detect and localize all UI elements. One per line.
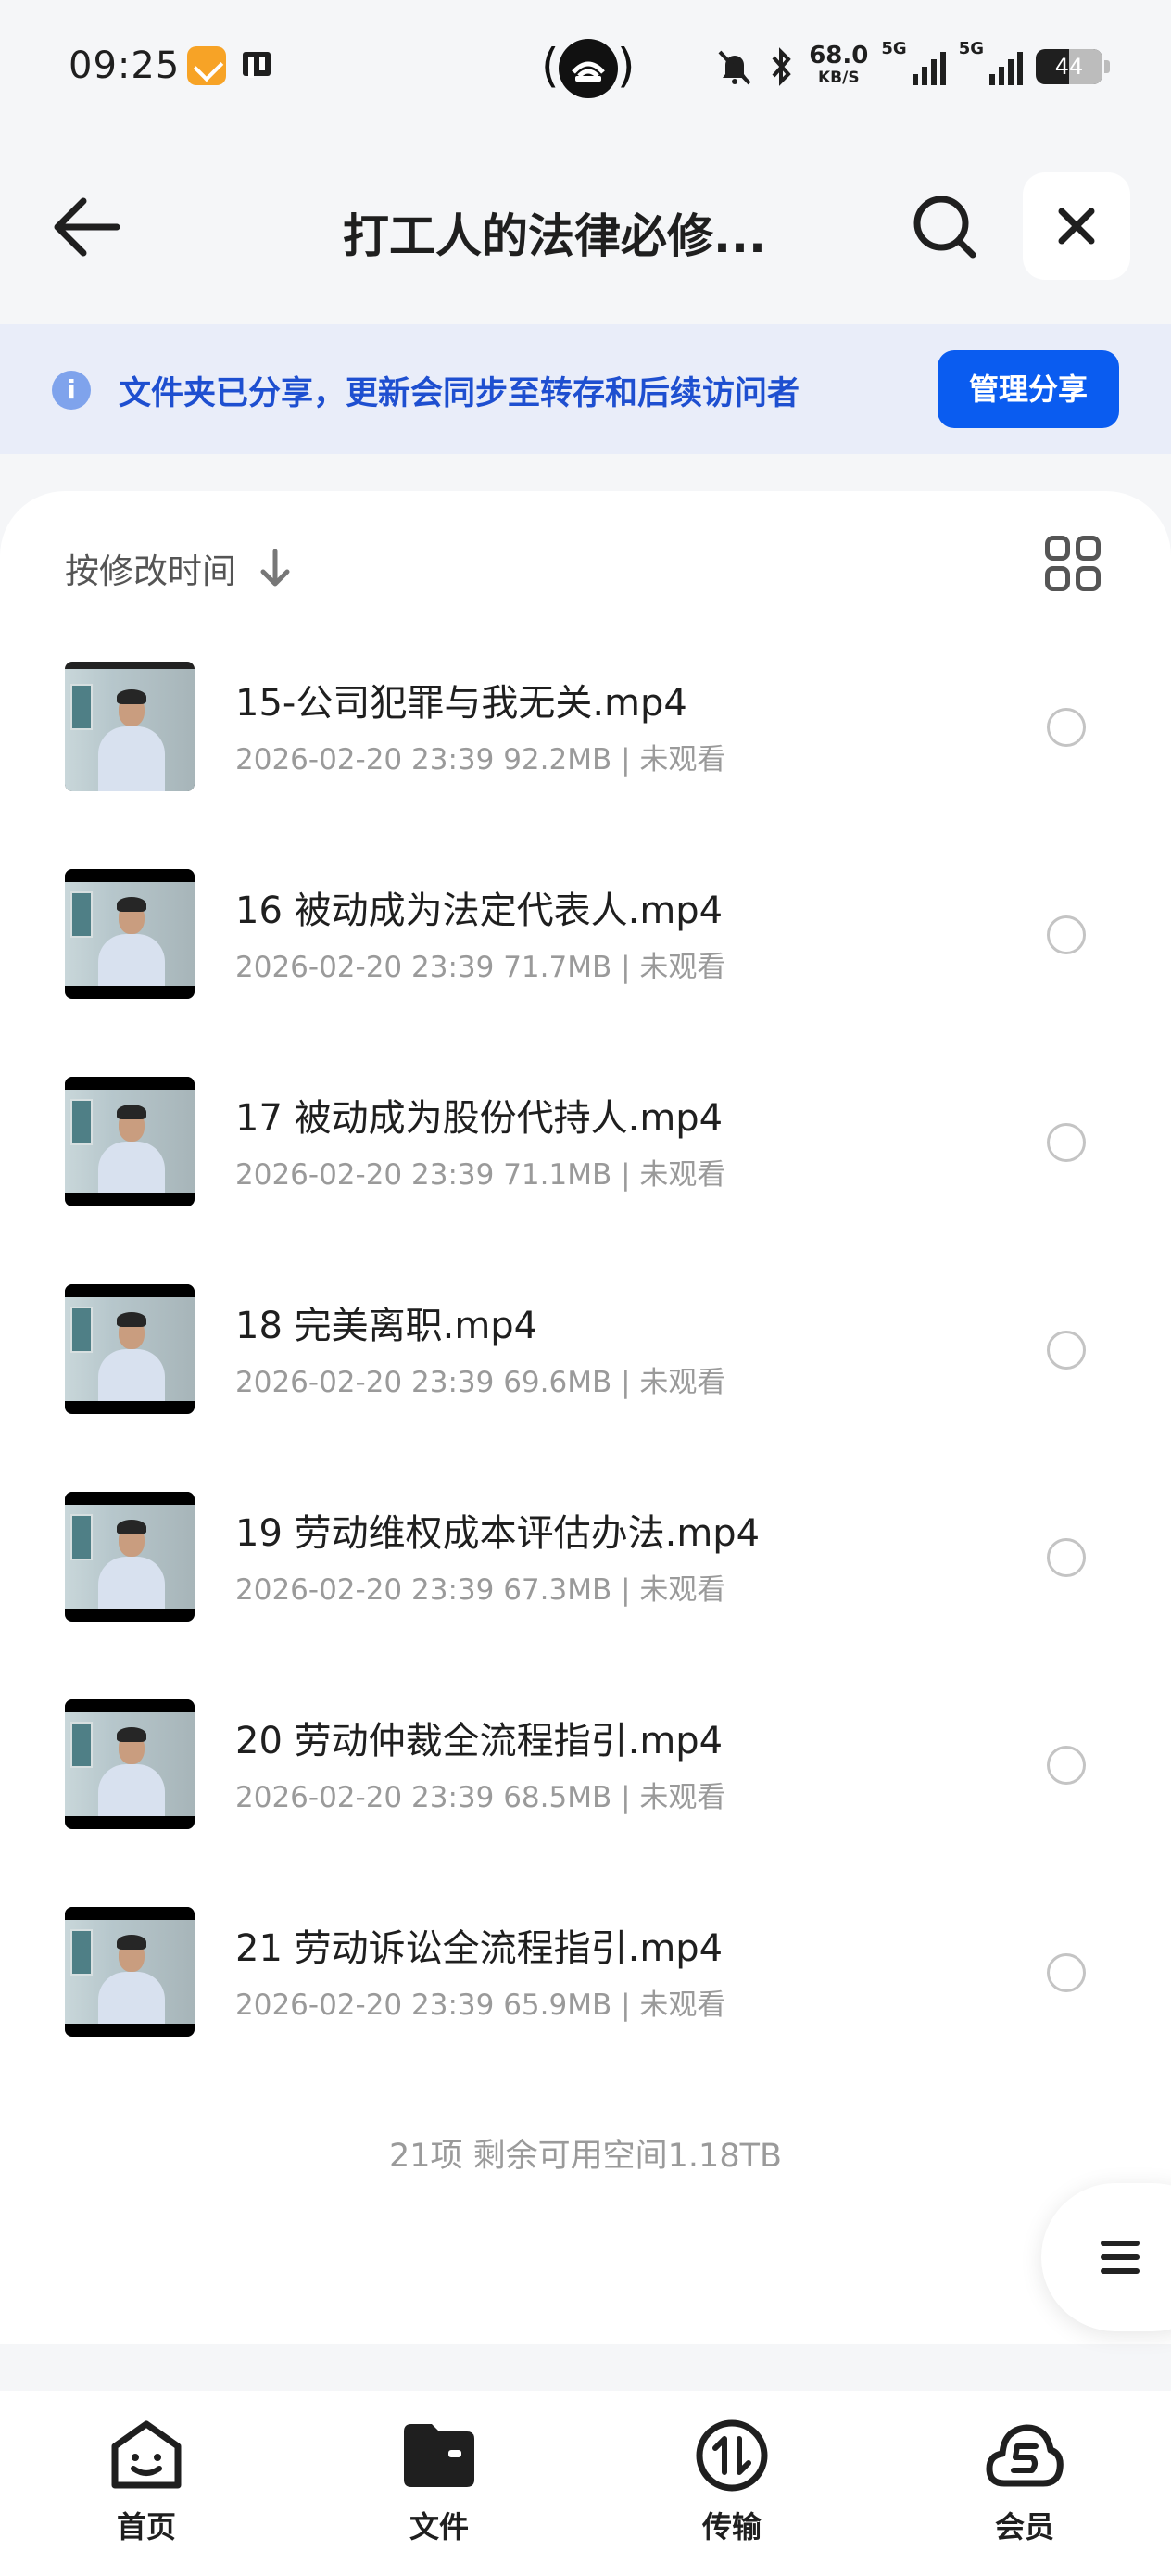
- back-arrow-icon: [54, 197, 120, 257]
- close-button[interactable]: [1023, 172, 1130, 280]
- file-meta: 2026-02-20 23:39 65.9MB | 未观看: [235, 1989, 726, 2022]
- select-checkbox[interactable]: [1047, 1538, 1086, 1577]
- mute-bell-icon: [718, 50, 751, 85]
- nav-label: 文件: [409, 2509, 469, 2544]
- file-name: 16 被动成为法定代表人.mp4: [235, 890, 724, 932]
- file-list-item[interactable]: 15-公司犯罪与我无关.mp4 2026-02-20 23:39 92.2MB |…: [0, 662, 1171, 869]
- signal-icon-1: [912, 48, 946, 85]
- nav-label: 会员: [994, 2509, 1054, 2544]
- transfer-icon: [696, 2419, 768, 2492]
- file-meta: 2026-02-20 23:39 71.7MB | 未观看: [235, 951, 726, 984]
- storage-summary: 21项 剩余可用空间1.18TB: [389, 2138, 782, 2175]
- video-thumbnail: [65, 1699, 195, 1829]
- file-list-item[interactable]: 18 完美离职.mp4 2026-02-20 23:39 69.6MB | 未观看: [0, 1284, 1171, 1492]
- notification-app-icon: [187, 46, 226, 85]
- select-checkbox[interactable]: [1047, 915, 1086, 954]
- notification-card-icon: [239, 46, 278, 85]
- file-meta: 2026-02-20 23:39 68.5MB | 未观看: [235, 1781, 726, 1814]
- file-list-card: 按修改时间 15-公司犯罪与我无关.mp4 2026-02-20 23:39 92…: [0, 491, 1171, 2344]
- file-name: 21 劳动诉讼全流程指引.mp4: [235, 1927, 724, 1970]
- grid-view-icon[interactable]: [1045, 536, 1101, 591]
- select-checkbox[interactable]: [1047, 708, 1086, 747]
- nav-item-transfer[interactable]: 传输: [586, 2391, 878, 2576]
- screen: 09:25 ( ) 68.0KB/S 5G 5G 44 打工人的法律必修...: [0, 0, 1171, 2576]
- select-checkbox[interactable]: [1047, 1746, 1086, 1785]
- sort-label: 按修改时间: [65, 551, 236, 591]
- select-checkbox[interactable]: [1047, 1331, 1086, 1370]
- video-thumbnail: [65, 1077, 195, 1206]
- home-face-icon: [111, 2420, 182, 2489]
- page-title: 打工人的法律必修...: [343, 209, 766, 263]
- folder-icon: [404, 2424, 474, 2487]
- battery-icon: 44: [1036, 49, 1110, 84]
- manage-share-button[interactable]: 管理分享: [938, 350, 1119, 428]
- file-list-item[interactable]: 17 被动成为股份代持人.mp4 2026-02-20 23:39 71.1MB …: [0, 1077, 1171, 1284]
- video-thumbnail: [65, 662, 195, 791]
- network-type-2: 5G: [958, 39, 984, 58]
- nav-item-home[interactable]: 首页: [0, 2391, 293, 2576]
- status-time: 09:25: [69, 44, 181, 87]
- file-name: 20 劳动仲裁全流程指引.mp4: [235, 1720, 724, 1762]
- vip-cloud-icon: [986, 2424, 1064, 2487]
- file-meta: 2026-02-20 23:39 67.3MB | 未观看: [235, 1573, 726, 1607]
- file-list-item[interactable]: 16 被动成为法定代表人.mp4 2026-02-20 23:39 71.7MB …: [0, 869, 1171, 1077]
- search-icon: [913, 196, 976, 259]
- file-meta: 2026-02-20 23:39 69.6MB | 未观看: [235, 1366, 726, 1399]
- file-name: 15-公司犯罪与我无关.mp4: [235, 682, 687, 725]
- nav-item-vip[interactable]: 会员: [878, 2391, 1171, 2576]
- back-button[interactable]: [46, 190, 130, 264]
- bluetooth-icon: [772, 47, 791, 86]
- info-icon: i: [52, 371, 91, 410]
- nav-item-files[interactable]: 文件: [293, 2391, 586, 2576]
- video-thumbnail: [65, 1492, 195, 1622]
- network-type-1: 5G: [881, 39, 907, 58]
- video-thumbnail: [65, 869, 195, 999]
- sort-control[interactable]: 按修改时间: [65, 543, 292, 593]
- title-bar: 打工人的法律必修...: [0, 167, 1171, 287]
- share-banner: i 文件夹已分享，更新会同步至转存和后续访问者 管理分享: [0, 324, 1171, 454]
- hotspot-icon: ( ): [541, 37, 636, 100]
- file-name: 17 被动成为股份代持人.mp4: [235, 1097, 724, 1140]
- nav-label: 首页: [116, 2509, 176, 2544]
- video-thumbnail: [65, 1907, 195, 2037]
- file-list-item[interactable]: 19 劳动维权成本评估办法.mp4 2026-02-20 23:39 67.3MB…: [0, 1492, 1171, 1699]
- select-checkbox[interactable]: [1047, 1123, 1086, 1162]
- file-list-item[interactable]: 21 劳动诉讼全流程指引.mp4 2026-02-20 23:39 65.9MB …: [0, 1907, 1171, 2115]
- sort-down-arrow-icon: [260, 549, 290, 587]
- status-bar: 09:25 ( ) 68.0 KB/S 5G 5G 44: [0, 0, 1171, 139]
- select-checkbox[interactable]: [1047, 1953, 1086, 1992]
- close-icon: [1058, 208, 1095, 245]
- search-button[interactable]: [908, 190, 982, 264]
- file-name: 18 完美离职.mp4: [235, 1305, 538, 1347]
- nav-label: 传输: [701, 2509, 762, 2544]
- file-meta: 2026-02-20 23:39 71.1MB | 未观看: [235, 1158, 726, 1192]
- network-speed: 68.0 KB/S: [809, 42, 869, 87]
- video-thumbnail: [65, 1284, 195, 1414]
- file-meta: 2026-02-20 23:39 92.2MB | 未观看: [235, 743, 726, 777]
- file-name: 19 劳动维权成本评估办法.mp4: [235, 1512, 761, 1555]
- share-banner-message: 文件夹已分享，更新会同步至转存和后续访问者: [119, 375, 800, 412]
- file-list-item[interactable]: 20 劳动仲裁全流程指引.mp4 2026-02-20 23:39 68.5MB …: [0, 1699, 1171, 1907]
- signal-icon-2: [989, 48, 1023, 85]
- bottom-nav: 首页 文件 传输 会员: [0, 2391, 1171, 2576]
- status-indicators: 68.0 KB/S 5G 5G 44: [714, 39, 1110, 95]
